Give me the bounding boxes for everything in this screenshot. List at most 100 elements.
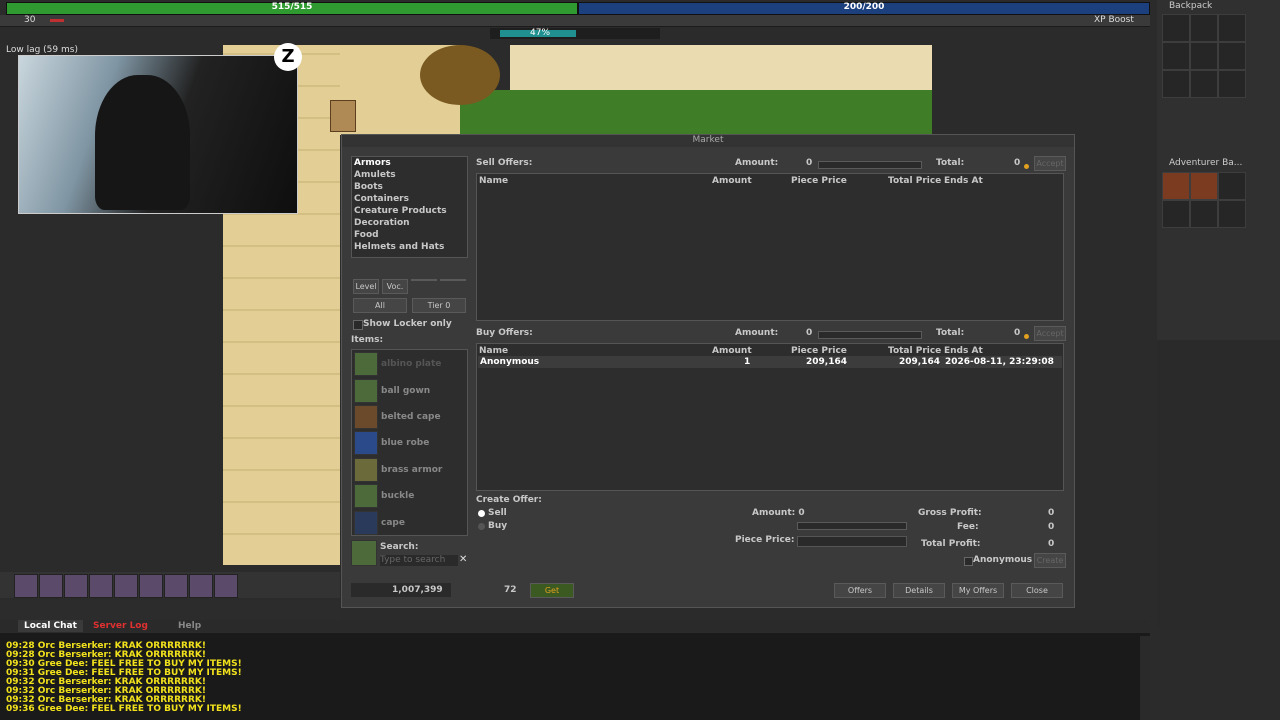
category-containers[interactable]: Containers <box>354 194 409 204</box>
backpack-slot[interactable] <box>1218 70 1246 98</box>
create-amount-slider[interactable] <box>797 522 907 530</box>
list-item[interactable]: cape <box>354 510 454 535</box>
sell-radio[interactable] <box>478 510 485 517</box>
list-item[interactable]: belted cape <box>354 404 454 430</box>
percent-label: 47% <box>530 28 551 38</box>
get-coins-button[interactable]: Get <box>530 583 574 598</box>
col-ends-at[interactable]: Ends At <box>944 176 983 186</box>
tab-server-log[interactable]: Server Log <box>87 620 154 632</box>
anonymous-checkbox[interactable] <box>964 557 973 566</box>
hand-filter-button-2[interactable] <box>440 279 466 281</box>
sell-accept-button[interactable]: Accept <box>1034 156 1066 171</box>
backpack-slot[interactable] <box>1218 14 1246 42</box>
xp-boost-button[interactable]: XP Boost <box>1094 15 1134 25</box>
action-slot[interactable] <box>89 574 113 598</box>
backpack-slot[interactable] <box>1190 70 1218 98</box>
bag-slot[interactable] <box>1190 172 1218 200</box>
list-item[interactable]: ball gown <box>354 378 454 404</box>
create-offer-button[interactable]: Create <box>1034 553 1066 568</box>
vocation-select[interactable]: All <box>353 298 407 313</box>
action-slot[interactable] <box>214 574 238 598</box>
category-amulets[interactable]: Amulets <box>354 170 396 180</box>
action-slot[interactable] <box>189 574 213 598</box>
search-label: Search: <box>380 542 419 552</box>
sell-total-value: 0 <box>1014 158 1021 168</box>
tab-help[interactable]: Help <box>172 620 207 632</box>
search-item-icon <box>351 540 377 566</box>
action-slot[interactable] <box>114 574 138 598</box>
col-name[interactable]: Name <box>479 346 508 356</box>
xp-progress <box>50 19 64 22</box>
category-decoration[interactable]: Decoration <box>354 218 410 228</box>
close-button[interactable]: Close <box>1011 583 1063 598</box>
col-ends-at[interactable]: Ends At <box>944 346 983 356</box>
item-list: albino plate ball gown belted cape blue … <box>351 349 468 536</box>
piece-price-input[interactable] <box>797 536 907 547</box>
show-locker-checkbox[interactable] <box>353 320 363 330</box>
category-helmets[interactable]: Helmets and Hats <box>354 242 444 252</box>
bag-slot[interactable] <box>1190 200 1218 228</box>
adventurer-bag-title: Adventurer Ba... <box>1169 158 1243 168</box>
col-amount[interactable]: Amount <box>712 176 752 186</box>
buy-amount-value: 0 <box>806 328 813 338</box>
category-food[interactable]: Food <box>354 230 379 240</box>
right-side-panel <box>1157 340 1280 630</box>
search-input[interactable]: Type to search <box>380 555 458 566</box>
bag-slot[interactable] <box>1162 172 1190 200</box>
mana-bar: 200/200 <box>578 2 1150 15</box>
bag-slot[interactable] <box>1162 200 1190 228</box>
row-piece-price: 209,164 <box>806 357 847 367</box>
action-slot[interactable] <box>14 574 38 598</box>
map-door[interactable] <box>330 100 356 132</box>
col-amount[interactable]: Amount <box>712 346 752 356</box>
backpack-slot[interactable] <box>1190 14 1218 42</box>
my-offers-button[interactable]: My Offers <box>952 583 1004 598</box>
backpack-title: Backpack <box>1169 1 1213 11</box>
tab-local-chat[interactable]: Local Chat <box>18 620 83 632</box>
list-item[interactable]: brass armor <box>354 457 454 483</box>
buy-accept-button[interactable]: Accept <box>1034 326 1066 341</box>
sell-amount-slider[interactable] <box>818 161 922 169</box>
backpack-slot[interactable] <box>1162 70 1190 98</box>
col-name[interactable]: Name <box>479 176 508 186</box>
backpack-slot[interactable] <box>1218 42 1246 70</box>
action-slot[interactable] <box>139 574 163 598</box>
vocation-filter-button[interactable]: Voc. <box>382 279 408 294</box>
list-item[interactable]: blue robe <box>354 430 454 456</box>
category-boots[interactable]: Boots <box>354 182 383 192</box>
sell-offers-label: Sell Offers: <box>476 158 533 168</box>
category-creature-products[interactable]: Creature Products <box>354 206 447 216</box>
chat-scrollbar[interactable] <box>1140 636 1150 720</box>
market-title: Market <box>342 135 1074 147</box>
level-filter-button[interactable]: Level <box>353 279 379 294</box>
hand-filter-button[interactable] <box>411 279 437 281</box>
backpack-slot[interactable] <box>1190 42 1218 70</box>
action-slot[interactable] <box>39 574 63 598</box>
item-icon <box>354 431 378 455</box>
list-item[interactable]: buckle <box>354 483 454 509</box>
action-slot[interactable] <box>164 574 188 598</box>
item-name: buckle <box>381 491 415 501</box>
col-total-price[interactable]: Total Price <box>888 176 941 186</box>
category-armors[interactable]: Armors <box>354 158 391 168</box>
items-label: Items: <box>351 335 384 345</box>
list-item[interactable]: albino plate <box>354 351 454 377</box>
bag-slot[interactable] <box>1218 200 1246 228</box>
action-slot[interactable] <box>64 574 88 598</box>
backpack-slot[interactable] <box>1162 14 1190 42</box>
col-piece-price[interactable]: Piece Price <box>791 346 847 356</box>
map-carpet[interactable] <box>510 45 932 90</box>
backpack-slot[interactable] <box>1162 42 1190 70</box>
table-row[interactable]: Anonymous 1 209,164 209,164 2026-08-11, … <box>478 356 1062 368</box>
tier-select[interactable]: Tier 0 <box>412 298 466 313</box>
chat-line: 09:36 Gree Dee: FEEL FREE TO BUY MY ITEM… <box>6 704 242 714</box>
buy-amount-slider[interactable] <box>818 331 922 339</box>
col-total-price[interactable]: Total Price <box>888 346 941 356</box>
offers-button[interactable]: Offers <box>834 583 886 598</box>
col-piece-price[interactable]: Piece Price <box>791 176 847 186</box>
clear-search-icon[interactable]: ✕ <box>459 555 467 565</box>
details-button[interactable]: Details <box>893 583 945 598</box>
map-grass[interactable] <box>460 90 932 135</box>
buy-radio[interactable] <box>478 523 485 530</box>
bag-slot[interactable] <box>1218 172 1246 200</box>
